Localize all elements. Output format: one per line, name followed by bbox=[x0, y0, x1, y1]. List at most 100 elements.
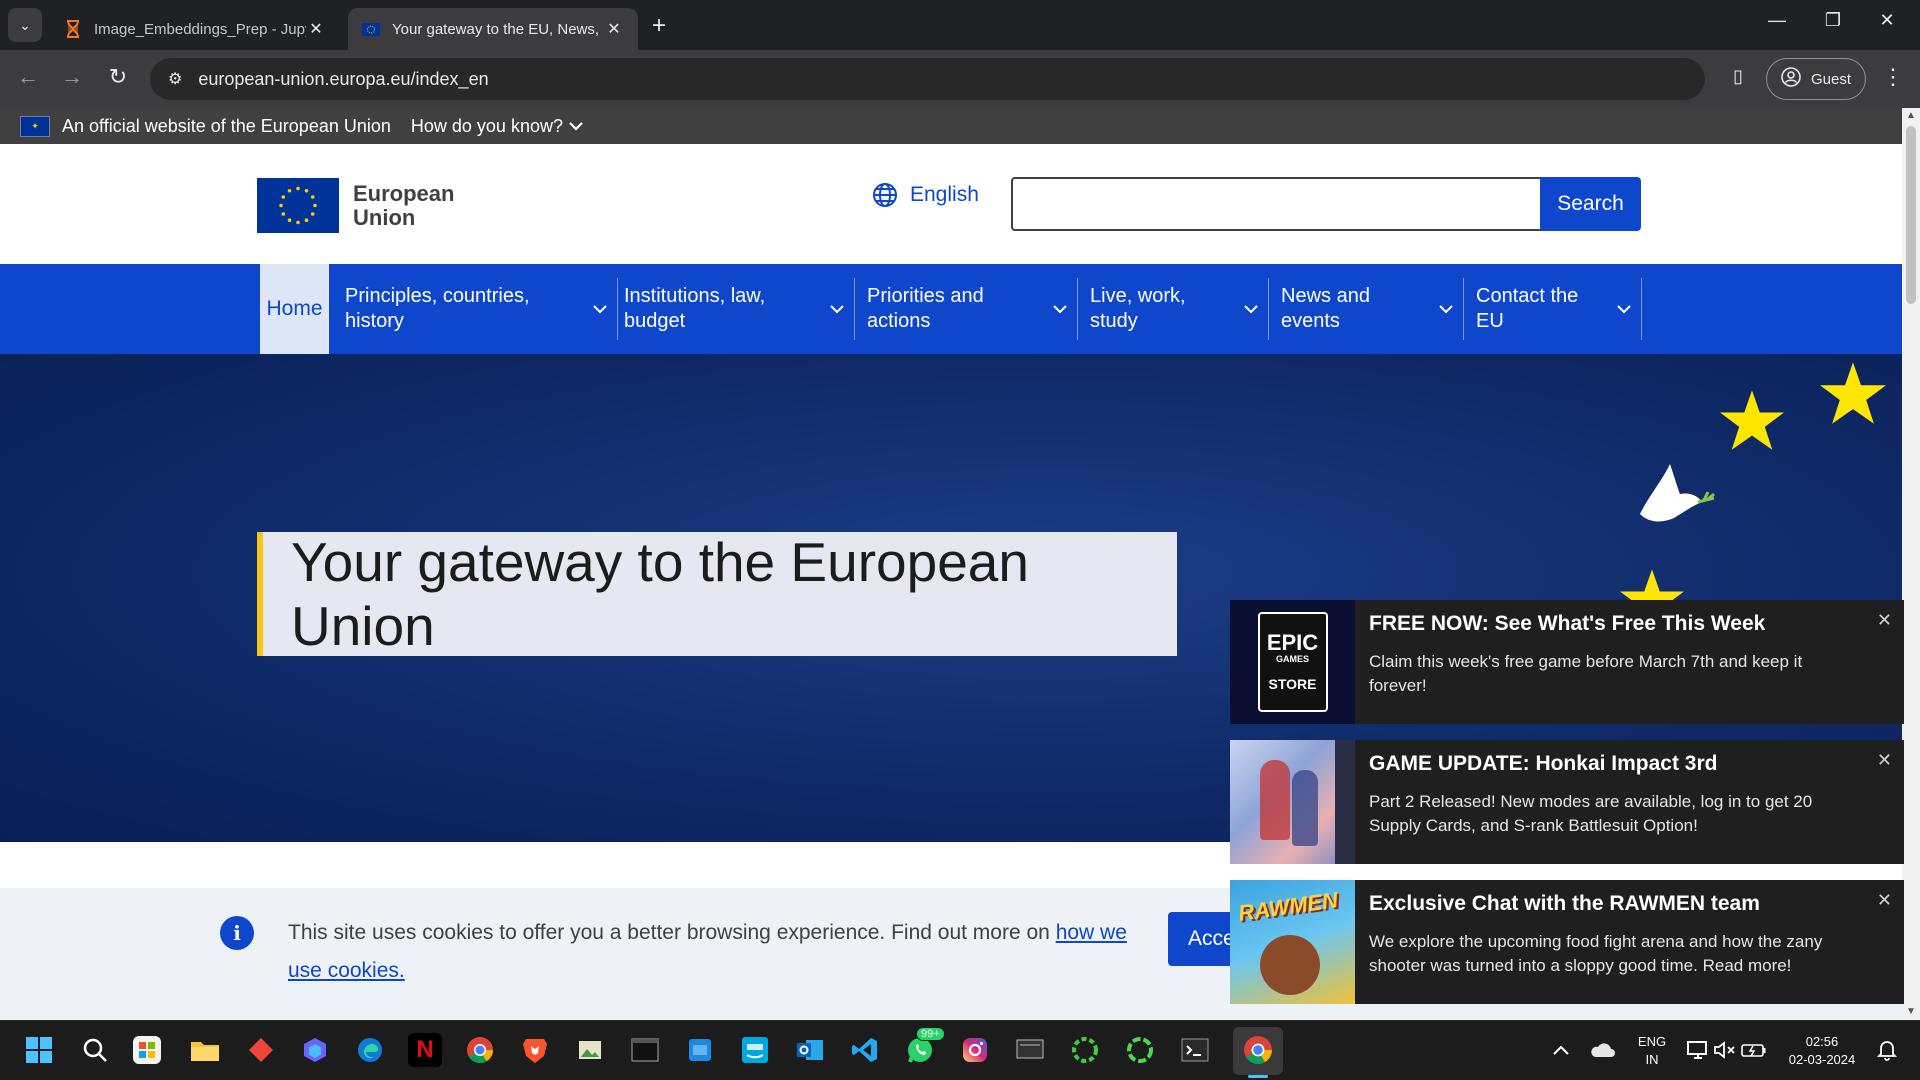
forward-arrow-icon[interactable]: → bbox=[56, 64, 88, 90]
chevron-down-icon bbox=[1043, 297, 1077, 322]
hero-title-box: Your gateway to the European Union bbox=[257, 531, 1177, 657]
nav-priorities[interactable]: Priorities and actions bbox=[855, 278, 1078, 340]
more-menu-icon[interactable]: ⋮ bbox=[1882, 64, 1904, 90]
minimize-icon[interactable]: — bbox=[1762, 10, 1792, 31]
tab-jupyter[interactable]: Image_Embeddings_Prep - Jupy ✕ bbox=[50, 8, 340, 50]
nav-label-line: Live, work, bbox=[1090, 285, 1186, 307]
nav-home[interactable]: Home bbox=[260, 264, 329, 354]
logo-line-1: European bbox=[353, 180, 455, 206]
notification-message: Claim this week's free game before March… bbox=[1369, 652, 1803, 695]
terminal-icon[interactable] bbox=[628, 1033, 662, 1067]
search-button[interactable]: Search bbox=[1540, 177, 1641, 231]
copilot-icon[interactable] bbox=[298, 1033, 332, 1067]
instagram-icon[interactable] bbox=[958, 1033, 992, 1067]
logo-text: European Union bbox=[353, 180, 455, 230]
restore-icon[interactable]: ❐ bbox=[1818, 10, 1848, 31]
page-scrollbar[interactable]: ▲ ▼ bbox=[1902, 108, 1920, 1020]
address-bar[interactable]: ⚙ european-union.europa.eu/index_en bbox=[150, 58, 1705, 100]
vscode-icon[interactable] bbox=[848, 1033, 882, 1067]
netflix-icon[interactable]: N bbox=[408, 1033, 442, 1067]
chrome-icon[interactable] bbox=[463, 1033, 497, 1067]
browser-toolbar: ← → ↻ ⚙ european-union.europa.eu/index_e… bbox=[0, 50, 1920, 108]
edge-icon[interactable] bbox=[353, 1033, 387, 1067]
close-icon[interactable]: ✕ bbox=[1877, 610, 1892, 631]
spinner-app-icon[interactable] bbox=[1068, 1033, 1102, 1067]
flag-star bbox=[279, 203, 283, 208]
close-tab-icon[interactable]: ✕ bbox=[604, 19, 624, 39]
language-indicator[interactable]: ENG IN bbox=[1637, 1033, 1667, 1069]
close-tab-icon[interactable]: ✕ bbox=[306, 19, 326, 39]
search-icon[interactable] bbox=[78, 1033, 112, 1067]
nav-label-line: study bbox=[1090, 310, 1138, 332]
logo-line: STORE bbox=[1268, 676, 1317, 692]
back-arrow-icon[interactable]: ← bbox=[12, 64, 44, 90]
close-window-icon[interactable]: ✕ bbox=[1872, 10, 1902, 31]
search-input[interactable] bbox=[1011, 177, 1540, 231]
scroll-up-arrow-icon[interactable]: ▲ bbox=[1902, 108, 1920, 124]
scrollbar-thumb[interactable] bbox=[1906, 126, 1916, 304]
nav-contact[interactable]: Contact the EU bbox=[1464, 278, 1642, 340]
windows-start-icon[interactable] bbox=[22, 1033, 56, 1067]
spinner-app-icon-2[interactable] bbox=[1123, 1033, 1157, 1067]
flag-star bbox=[281, 212, 286, 216]
flag-star bbox=[310, 195, 315, 199]
clock[interactable]: 02:56 02-03-2024 bbox=[1780, 1033, 1864, 1069]
flag-star bbox=[281, 195, 286, 199]
file-explorer-icon[interactable] bbox=[188, 1033, 222, 1067]
main-navigation: Home Principles, countries, history Insti… bbox=[0, 264, 1902, 354]
microsoft-store-icon[interactable] bbox=[133, 1036, 161, 1064]
close-icon[interactable]: ✕ bbox=[1877, 890, 1892, 911]
chrome-active-icon[interactable] bbox=[1241, 1033, 1275, 1067]
flag-star bbox=[313, 203, 317, 208]
new-tab-plus-icon[interactable]: + bbox=[652, 12, 666, 40]
flag-star bbox=[287, 188, 292, 193]
side-panel-icon[interactable]: ▯ bbox=[1724, 66, 1752, 92]
nav-institutions[interactable]: Institutions, law, budget bbox=[612, 278, 855, 340]
nav-principles[interactable]: Principles, countries, history bbox=[333, 278, 618, 340]
tab-eu-active[interactable]: Your gateway to the EU, News, ✕ bbox=[348, 8, 638, 50]
url-text: european-union.europa.eu/index_en bbox=[198, 68, 489, 89]
nav-label-line: history bbox=[345, 310, 404, 332]
star-icon bbox=[1820, 362, 1886, 424]
language-selector[interactable]: English bbox=[872, 182, 979, 208]
close-icon[interactable]: ✕ bbox=[1877, 750, 1892, 771]
notification-message: Part 2 Released! New modes are available… bbox=[1369, 792, 1813, 835]
nav-news-events[interactable]: News and events bbox=[1269, 278, 1464, 340]
how-do-you-know-toggle[interactable]: How do you know? bbox=[411, 116, 583, 137]
chevron-down-icon bbox=[569, 122, 583, 131]
nav-label-line: budget bbox=[624, 310, 686, 332]
tab-search-button[interactable]: ⌄ bbox=[8, 8, 42, 42]
reload-icon[interactable]: ↻ bbox=[102, 64, 134, 90]
terminal-icon-2[interactable] bbox=[1178, 1033, 1212, 1067]
eu-flag-icon: ✦ bbox=[20, 115, 50, 137]
notification-rawmen[interactable]: RAWMEN Exclusive Chat with the RAWMEN te… bbox=[1230, 880, 1904, 1004]
chevron-up-icon[interactable] bbox=[1544, 1033, 1578, 1067]
nav-live-work-study[interactable]: Live, work, study bbox=[1078, 278, 1269, 340]
eu-flag-logo-icon bbox=[257, 178, 339, 233]
notification-title: Exclusive Chat with the RAWMEN team bbox=[1369, 892, 1760, 915]
battery-icon[interactable] bbox=[1737, 1033, 1771, 1067]
tab-title: Your gateway to the EU, News, bbox=[392, 20, 600, 38]
onedrive-cloud-icon[interactable] bbox=[1585, 1033, 1619, 1067]
language-label: English bbox=[910, 183, 979, 206]
anydesk-icon[interactable] bbox=[244, 1033, 278, 1067]
notification-honkai[interactable]: GAME UPDATE: Honkai Impact 3rd Part 2 Re… bbox=[1230, 740, 1904, 864]
notification-epic-free[interactable]: EPIC GAMES STORE FREE NOW: See What's Fr… bbox=[1230, 600, 1904, 724]
dove-icon bbox=[1640, 464, 1715, 522]
flag-star bbox=[296, 220, 300, 225]
chevron-down-icon bbox=[1429, 297, 1463, 322]
notification-bell-icon[interactable] bbox=[1870, 1033, 1904, 1067]
docs-app-icon[interactable] bbox=[683, 1033, 717, 1067]
eu-logo-link[interactable]: European Union bbox=[257, 178, 454, 233]
active-indicator bbox=[1248, 1075, 1268, 1078]
brave-icon[interactable] bbox=[518, 1033, 552, 1067]
site-info-icon[interactable]: ⚙ bbox=[168, 69, 182, 89]
nav-label-line: Institutions, law, bbox=[624, 285, 766, 307]
flag-star bbox=[304, 188, 309, 193]
prime-video-icon[interactable] bbox=[738, 1033, 772, 1067]
scroll-down-arrow-icon[interactable]: ▼ bbox=[1902, 1004, 1920, 1020]
outlook-icon[interactable] bbox=[793, 1033, 827, 1067]
photos-app-icon[interactable] bbox=[573, 1033, 607, 1067]
profile-button[interactable]: Guest bbox=[1766, 58, 1866, 100]
display-app-icon[interactable] bbox=[1013, 1033, 1047, 1067]
